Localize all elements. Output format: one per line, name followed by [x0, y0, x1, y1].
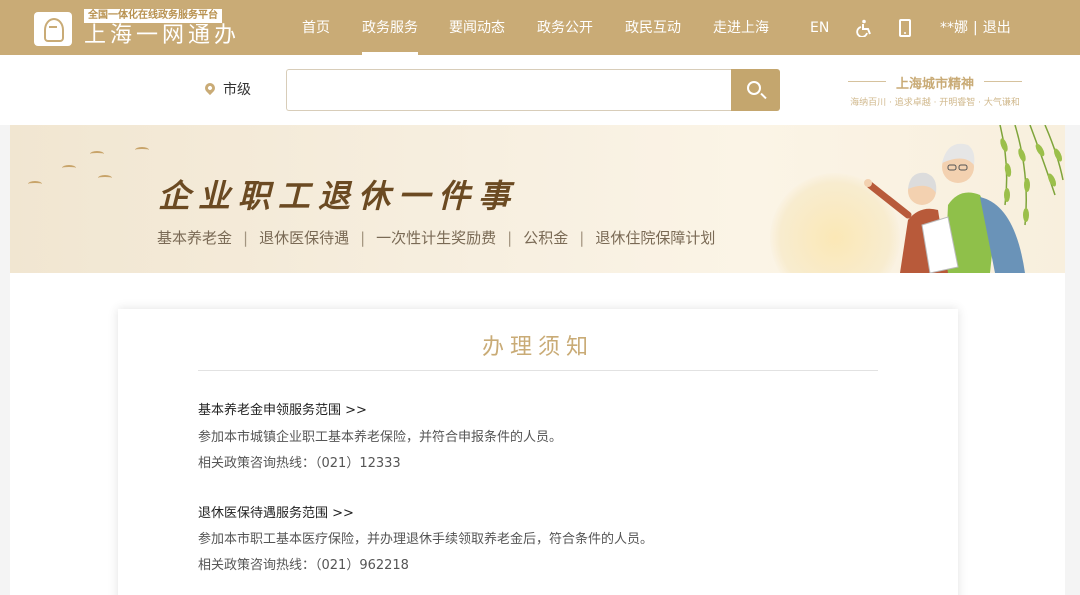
nav-open-government[interactable]: 政务公开 [537, 0, 593, 55]
notice-title: 办理须知 [481, 335, 594, 360]
top-header: 全国一体化在线政务服务平台 上海一网通办 首页 政务服务 要闻动态 政务公开 政… [0, 0, 1080, 55]
bird-icon [90, 151, 104, 157]
nav-home[interactable]: 首页 [302, 0, 330, 55]
mobile-icon[interactable] [899, 19, 911, 37]
banner-link-housing-fund[interactable]: 公积金 [523, 229, 568, 247]
section-description-medical: 参加本市职工基本医疗保险，并办理退休手续领取养老金后，符合条件的人员。 [198, 532, 654, 547]
banner-title: 企业职工退休一件事 [158, 177, 519, 215]
section-heading-pension[interactable]: 基本养老金申领服务范围 >> [198, 399, 367, 418]
nav-interaction[interactable]: 政民互动 [625, 0, 681, 55]
search-icon [747, 81, 761, 95]
user-area: **娜 | 退出 [940, 0, 1011, 57]
logo-site-name: 上海一网通办 [84, 23, 241, 48]
link-separator: | [507, 229, 513, 247]
banner-links: 基本养老金 | 退休医保待遇 | 一次性计生奖励费 | 公积金 | 退休住院保障计划 [157, 227, 715, 248]
search-input[interactable] [286, 69, 732, 111]
nav-news[interactable]: 要闻动态 [449, 0, 505, 55]
banner-link-hospital-plan[interactable]: 退休住院保障计划 [595, 229, 715, 247]
site-logo[interactable]: 全国一体化在线政务服务平台 上海一网通办 [34, 9, 236, 49]
nav-government-services[interactable]: 政务服务 [362, 0, 418, 55]
bird-icon [135, 147, 149, 153]
divider [198, 370, 878, 371]
city-spirit-title: 上海城市精神 [828, 73, 1042, 92]
user-separator: | [973, 20, 978, 36]
link-separator: | [360, 229, 366, 247]
search-row: 市级 上海城市精神 海纳百川 · 追求卓越 · 开明睿智 · 大气谦和 [0, 55, 1080, 125]
logo-platform-tag: 全国一体化在线政务服务平台 [84, 9, 222, 23]
link-separator: | [579, 229, 585, 247]
logout-link[interactable]: 退出 [983, 20, 1011, 36]
hero-banner: 企业职工退休一件事 基本养老金 | 退休医保待遇 | 一次性计生奖励费 | 公积金 | 退休住院… [10, 125, 1065, 273]
section-hotline-medical: 相关政策咨询热线：（021）962218 [198, 558, 409, 573]
location-selector[interactable]: 市级 [202, 79, 251, 99]
notice-card: 办理须知 基本养老金申领服务范围 >> 参加本市城镇企业职工基本养老保险，并符合… [118, 309, 958, 595]
search-button[interactable] [731, 69, 780, 111]
banner-link-medical-insurance[interactable]: 退休医保待遇 [259, 229, 349, 247]
city-spirit-logo: 上海城市精神 海纳百川 · 追求卓越 · 开明睿智 · 大气谦和 [828, 73, 1042, 108]
bird-icon [28, 181, 42, 187]
user-name[interactable]: **娜 [940, 20, 968, 36]
language-switch[interactable]: EN [810, 0, 829, 55]
section-hotline-pension: 相关政策咨询热线：（021）12333 [198, 456, 401, 471]
link-separator: | [243, 229, 249, 247]
banner-link-pension[interactable]: 基本养老金 [157, 229, 232, 247]
accessibility-icon[interactable] [856, 19, 874, 37]
section-heading-medical[interactable]: 退休医保待遇服务范围 >> [198, 502, 354, 521]
elderly-couple-illustration [864, 125, 1064, 273]
city-spirit-subtitle: 海纳百川 · 追求卓越 · 开明睿智 · 大气谦和 [850, 98, 1020, 108]
nav-about-shanghai[interactable]: 走进上海 [713, 0, 769, 55]
bird-icon [98, 175, 112, 181]
bird-icon [62, 165, 76, 171]
banner-link-family-planning-award[interactable]: 一次性计生奖励费 [376, 229, 496, 247]
location-pin-icon [202, 80, 218, 96]
location-label: 市级 [223, 82, 251, 98]
section-description-pension: 参加本市城镇企业职工基本养老保险，并符合申报条件的人员。 [198, 430, 563, 445]
logo-emblem-icon [34, 12, 72, 46]
